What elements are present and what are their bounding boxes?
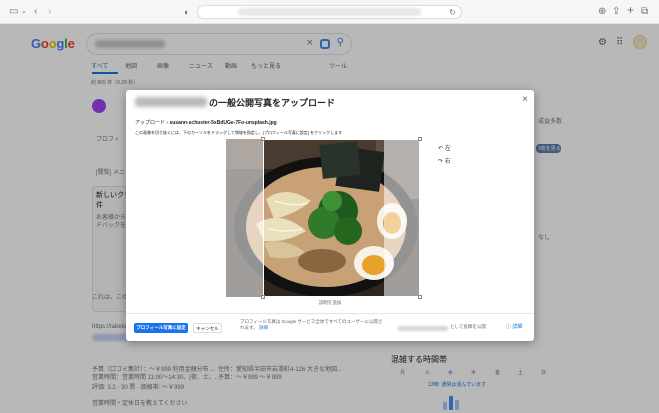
- rotate-right-button[interactable]: ↷ 右: [438, 156, 451, 165]
- cancel-button[interactable]: キャンセル: [193, 323, 222, 333]
- divider: [126, 313, 534, 314]
- back-icon[interactable]: ‹: [34, 5, 37, 19]
- crop-handle[interactable]: [261, 137, 265, 141]
- crop-mask-left: [226, 139, 263, 297]
- rotate-left-button[interactable]: ↶ 左: [438, 143, 451, 152]
- chevron-down-icon[interactable]: ⌄: [21, 5, 27, 19]
- crop-selection[interactable]: [263, 139, 420, 297]
- close-icon[interactable]: ×: [522, 94, 528, 105]
- breadcrumb: アップロード › susann-schuster-5xBdUGe-7Fo-uns…: [135, 119, 277, 126]
- download-icon[interactable]: ⊕: [598, 5, 606, 19]
- url-text: [238, 8, 421, 16]
- forward-icon[interactable]: ›: [48, 5, 51, 19]
- upload-photo-dialog: の一般公開写真をアップロード × アップロード › susann-schuste…: [126, 90, 534, 341]
- new-tab-icon[interactable]: +: [627, 3, 634, 17]
- browser-toolbar: ▭ ⌄ ‹ › ◐ ↻ ⊕ ⇪ + ⧉: [0, 0, 659, 24]
- sidebar-icon[interactable]: ▭: [9, 5, 18, 19]
- dialog-title: の一般公開写真をアップロード: [209, 98, 336, 108]
- address-bar[interactable]: ↻: [197, 5, 462, 19]
- crop-handle[interactable]: [418, 295, 422, 299]
- set-profile-photo-button[interactable]: プロフィール写真に設定: [134, 323, 188, 333]
- crop-handle[interactable]: [418, 137, 422, 141]
- account-name-redacted: [398, 326, 448, 331]
- breadcrumb-separator: ›: [166, 120, 169, 126]
- help-label: 詳細: [512, 324, 523, 330]
- visibility-notice: プロフィール写真は Google サービス全体ですべてのユーザーに公開されます。…: [240, 319, 386, 331]
- publish-as-label: として投稿を公開: [450, 324, 486, 329]
- tab-overview-icon[interactable]: ⧉: [641, 5, 648, 19]
- rotate-right-label: 右: [444, 159, 451, 165]
- caption-input[interactable]: 説明を追加: [126, 300, 534, 306]
- reload-icon[interactable]: ↻: [449, 6, 456, 19]
- breadcrumb-upload[interactable]: アップロード: [135, 120, 165, 126]
- crop-handle[interactable]: [261, 295, 265, 299]
- business-name-redacted: [135, 97, 207, 107]
- crop-instructions: この画像を切り抜くには、下のカーソルをドラッグして領域を指定し、[プロフィール写…: [135, 130, 343, 135]
- breadcrumb-filename: susann-schuster-5xBdUGe-7Fo-unsplash.jpg: [169, 120, 277, 126]
- help-link[interactable]: ⓘ 詳細: [506, 323, 522, 330]
- rotate-left-label: 左: [444, 146, 451, 152]
- share-icon[interactable]: ⇪: [612, 5, 620, 19]
- shield-icon[interactable]: ◐: [184, 5, 189, 19]
- learn-more-link[interactable]: 詳細: [259, 325, 268, 330]
